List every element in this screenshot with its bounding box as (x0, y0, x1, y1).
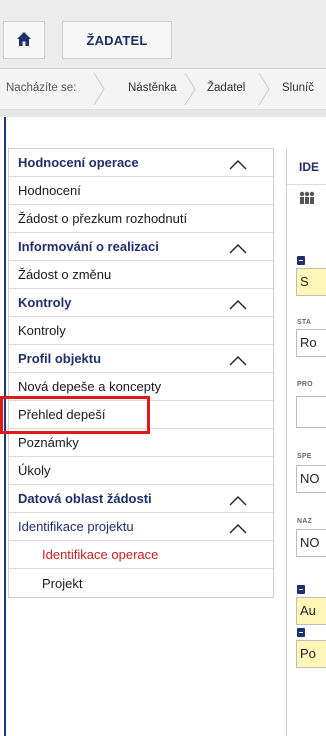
sidebar-item-label: Hodnocení operace (18, 155, 139, 170)
chevron-up-icon[interactable] (229, 242, 247, 254)
sidebar-item-label: Identifikace operace (42, 547, 159, 562)
field-2-label: STA (297, 319, 312, 326)
sidebar-item-poznamky[interactable]: Poznámky (9, 429, 273, 457)
sidebar-item-label: Nová depeše a koncepty (18, 379, 162, 394)
section-divider (287, 184, 326, 185)
sidebar-item-label: Informování o realizaci (18, 239, 159, 254)
sidebar-item-label: Přehled depeší (18, 407, 106, 422)
breadcrumb-separator-icon (183, 72, 197, 106)
chevron-up-icon[interactable] (229, 298, 247, 310)
chevron-up-icon[interactable] (229, 494, 247, 506)
section-title: IDE (299, 160, 320, 174)
left-border-line (4, 117, 6, 736)
sidebar-item-nova-depese[interactable]: Nová depeše a koncepty (9, 373, 273, 401)
breadcrumb-item-project[interactable]: Sluníč (282, 82, 314, 94)
sidebar-section-profil-objektu[interactable]: Profil objektu (9, 345, 273, 373)
sidebar-item-zadost-o-zmenu[interactable]: Žádost o změnu (9, 261, 273, 289)
sidebar-section-hodnoceni-operace[interactable]: Hodnocení operace (9, 149, 273, 177)
header-divider (0, 110, 326, 117)
sidebar-item-identifikace-operace[interactable]: Identifikace operace (9, 541, 273, 569)
content-panel: IDE S STA Ro PRO SPE NO NAZ NO Au Po (286, 148, 326, 736)
people-icon (298, 191, 316, 208)
field-4-label: SPE (297, 453, 312, 460)
field-2-input[interactable]: Ro (296, 329, 326, 357)
sidebar-nav: Hodnocení operace Hodnocení Žádost o pře… (0, 148, 274, 598)
sidebar-item-prehled-depesi[interactable]: Přehled depeší (0, 396, 273, 434)
chevron-up-icon[interactable] (229, 522, 247, 534)
sidebar-section-informovani[interactable]: Informování o realizaci (9, 233, 273, 261)
zadatel-button[interactable]: ŽADATEL (62, 21, 172, 59)
required-badge-icon (297, 585, 305, 594)
field-4-input[interactable]: NO (296, 465, 326, 493)
required-badge-icon (297, 256, 305, 265)
sidebar-item-projekt[interactable]: Projekt (9, 569, 273, 597)
field-1-input[interactable]: S (296, 268, 326, 296)
sidebar-item-label: Úkoly (18, 463, 51, 478)
sidebar-item-label: Kontroly (18, 295, 72, 310)
sidebar-item-label: Identifikace projektu (18, 519, 134, 534)
required-badge-icon (297, 628, 305, 637)
field-7-input[interactable]: Po (296, 640, 326, 668)
sidebar-item-identifikace-projektu[interactable]: Identifikace projektu (9, 513, 273, 541)
breadcrumb: Nacházíte se: Nástěnka Žadatel Sluníč (0, 69, 326, 110)
home-icon (16, 31, 32, 50)
sidebar-item-label: Žádost o přezkum rozhodnutí (18, 211, 188, 226)
breadcrumb-item-zadatel[interactable]: Žadatel (207, 82, 245, 94)
sidebar-item-label: Profil objektu (18, 351, 102, 366)
breadcrumb-item-nastenka[interactable]: Nástěnka (128, 82, 177, 94)
chevron-up-icon[interactable] (229, 158, 247, 170)
sidebar-item-label: Hodnocení (18, 183, 81, 198)
field-6-input[interactable]: Au (296, 597, 326, 625)
sidebar-item-zadost-o-prezkum[interactable]: Žádost o přezkum rozhodnutí (9, 205, 273, 233)
sidebar-item-hodnoceni[interactable]: Hodnocení (9, 177, 273, 205)
breadcrumb-lead: Nacházíte se: (6, 82, 77, 94)
field-5-label: NAZ (297, 518, 312, 525)
sidebar-item-label: Žádost o změnu (18, 267, 112, 282)
home-button[interactable] (3, 21, 45, 59)
field-3-input[interactable] (296, 396, 326, 428)
chevron-up-icon[interactable] (229, 354, 247, 366)
sidebar-section-kontroly[interactable]: Kontroly (9, 289, 273, 317)
sidebar-section-datova-oblast[interactable]: Datová oblast žádosti (9, 485, 273, 513)
sidebar-item-label: Kontroly (18, 323, 66, 338)
breadcrumb-separator-icon (92, 72, 106, 106)
top-bar: ŽADATEL (0, 0, 326, 69)
field-5-input[interactable]: NO (296, 529, 326, 557)
field-3-label: PRO (297, 381, 313, 388)
sidebar-item-label: Poznámky (18, 435, 79, 450)
sidebar-item-kontroly[interactable]: Kontroly (9, 317, 273, 345)
sidebar-item-label: Projekt (42, 575, 83, 591)
sidebar-item-ukoly[interactable]: Úkoly (9, 457, 273, 485)
breadcrumb-separator-icon (257, 72, 271, 106)
sidebar-item-label: Datová oblast žádosti (18, 491, 152, 506)
